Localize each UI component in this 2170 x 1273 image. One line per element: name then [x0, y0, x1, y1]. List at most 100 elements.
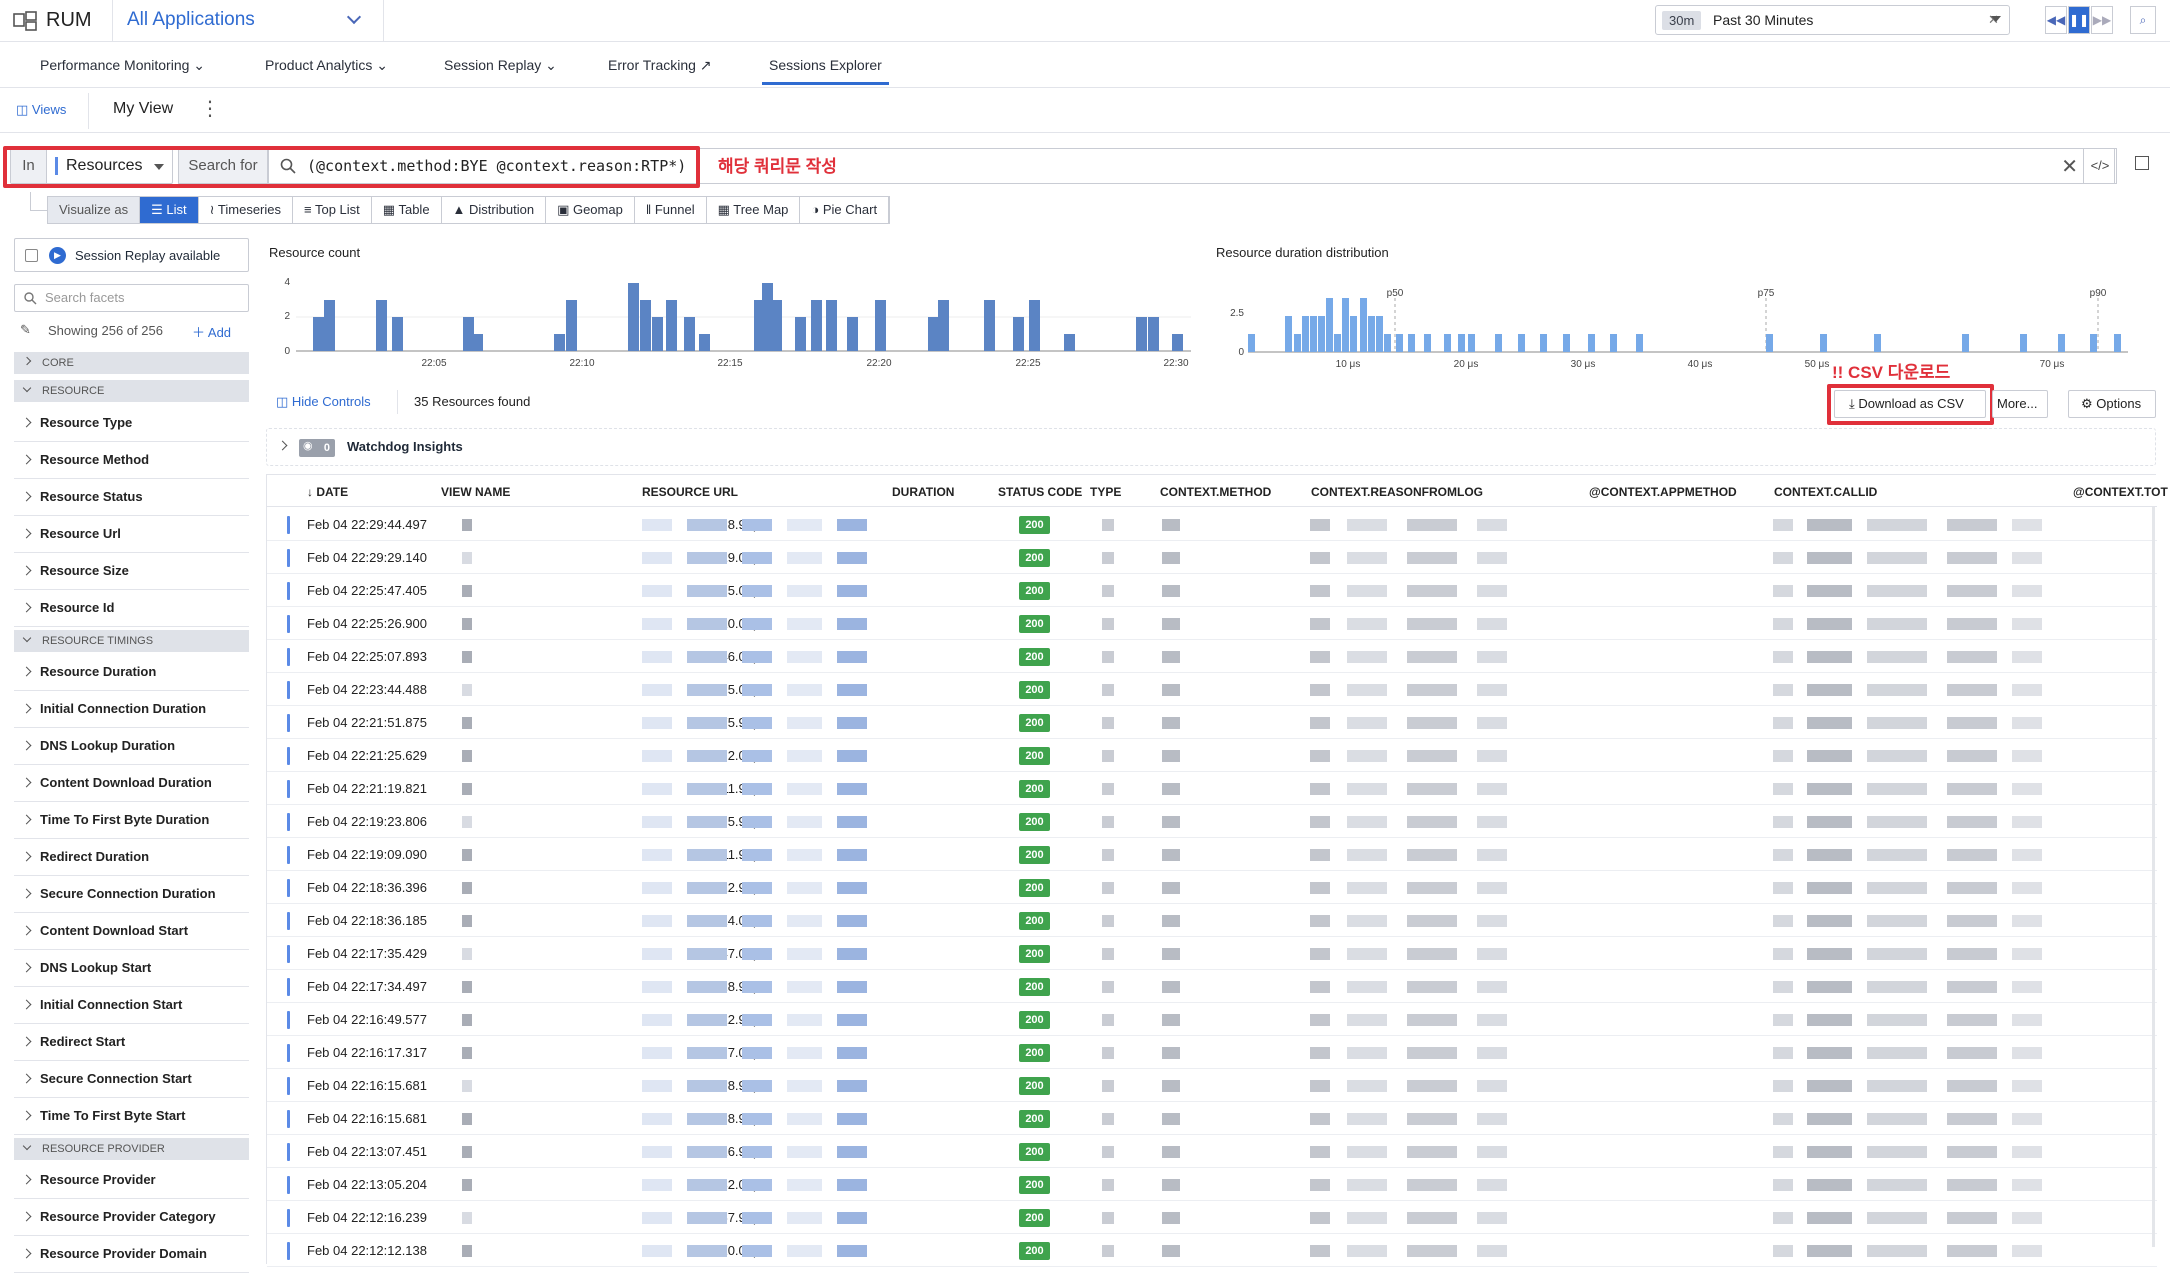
facet-content-download-duration[interactable]: Content Download Duration [14, 765, 249, 802]
percentile-label: p90 [2090, 288, 2107, 299]
facet-time-to-first-byte-start[interactable]: Time To First Byte Start [14, 1098, 249, 1135]
facet-dns-lookup-start[interactable]: DNS Lookup Start [14, 950, 249, 987]
clear-query-icon[interactable]: ✕ [2061, 154, 2078, 179]
table-row[interactable]: Feb 04 22:29:29.14019.07μs200 [267, 541, 2157, 574]
table-row[interactable]: Feb 04 22:18:36.39612.99μs200 [267, 871, 2157, 904]
col-context-method[interactable]: CONTEXT.METHOD [1160, 485, 1271, 499]
search-facets-input[interactable]: Search facets [14, 284, 249, 312]
facet-resource-id[interactable]: Resource Id [14, 590, 249, 627]
viz-list[interactable]: ☰ List [140, 197, 199, 223]
facet-redirect-start[interactable]: Redirect Start [14, 1024, 249, 1061]
watchdog-insights-bar[interactable]: 0 ◉ Watchdog Insights [266, 428, 2156, 466]
col-type[interactable]: TYPE [1090, 485, 1121, 499]
options-button[interactable]: ⚙ Options [2068, 390, 2156, 418]
table-row[interactable]: Feb 04 22:25:26.90010.01μs200 [267, 607, 2157, 640]
facet-redirect-duration[interactable]: Redirect Duration [14, 839, 249, 876]
views-button[interactable]: ◫ Views [16, 102, 66, 118]
viz-table[interactable]: ▦ Table [371, 197, 442, 223]
col-date[interactable]: ↓ DATE [307, 485, 348, 499]
table-row[interactable]: Feb 04 22:25:07.89346.02μs200 [267, 640, 2157, 673]
facet-resource-provider-domain[interactable]: Resource Provider Domain [14, 1236, 249, 1273]
code-view-button[interactable]: </> [2083, 148, 2117, 184]
section-resource-timings[interactable]: RESOURCE TIMINGS [14, 630, 249, 652]
facet-resource-status[interactable]: Resource Status [14, 479, 249, 516]
table-row[interactable]: Feb 04 22:19:09.09011.92μs200 [267, 838, 2157, 871]
col-context-appmethod[interactable]: @CONTEXT.APPMETHOD [1589, 485, 1737, 499]
redacted-value [1867, 1179, 1927, 1191]
table-row[interactable]: Feb 04 22:13:05.20432.07μs200 [267, 1168, 2157, 1201]
copy-icon[interactable] [2135, 156, 2149, 170]
facet-secure-connection-duration[interactable]: Secure Connection Duration [14, 876, 249, 913]
viz-timeseries[interactable]: ≀ Timeseries [198, 197, 294, 223]
table-row[interactable]: Feb 04 22:19:23.8065.96μs200 [267, 805, 2157, 838]
time-range-picker[interactable]: 30m Past 30 Minutes ✕ [1655, 5, 2010, 35]
col-resource-url[interactable]: RESOURCE URL [642, 485, 738, 499]
table-row[interactable]: Feb 04 22:13:07.45126.94μs200 [267, 1135, 2157, 1168]
facet-resource-size[interactable]: Resource Size [14, 553, 249, 590]
section-core[interactable]: CORE [14, 352, 249, 374]
facet-secure-connection-start[interactable]: Secure Connection Start [14, 1061, 249, 1098]
viz-geomap[interactable]: ▣ Geomap [546, 197, 635, 223]
facet-content-download-start[interactable]: Content Download Start [14, 913, 249, 950]
facet-resource-duration[interactable]: Resource Duration [14, 654, 249, 691]
facet-initial-connection-duration[interactable]: Initial Connection Duration [14, 691, 249, 728]
section-resource-provider[interactable]: RESOURCE PROVIDER [14, 1138, 249, 1160]
col-context-reasonfromlog[interactable]: CONTEXT.REASONFROMLOG [1311, 485, 1483, 499]
table-row[interactable]: Feb 04 22:17:35.42947.09μs200 [267, 937, 2157, 970]
zoom-out-button[interactable]: ⌕ [2130, 6, 2156, 34]
col-context-callid[interactable]: CONTEXT.CALLID [1774, 485, 1877, 499]
table-row[interactable]: Feb 04 22:12:16.23967.95μs200 [267, 1201, 2157, 1234]
viz-top-list[interactable]: ≡ Top List [293, 197, 372, 223]
facet-resource-provider[interactable]: Resource Provider [14, 1162, 249, 1199]
viz-pie-chart[interactable]: ◑ Pie Chart [800, 197, 890, 223]
section-resource[interactable]: RESOURCE [14, 380, 249, 402]
col-status-code[interactable]: STATUS CODE [998, 485, 1082, 499]
facet-resource-provider-category[interactable]: Resource Provider Category [14, 1199, 249, 1236]
current-view-name[interactable]: My View [113, 100, 173, 118]
table-row[interactable]: Feb 04 22:21:51.87575.94μs200 [267, 706, 2157, 739]
facet-resource-url[interactable]: Resource Url [14, 516, 249, 553]
table-row[interactable]: Feb 04 22:16:15.6818.94μs200 [267, 1069, 2157, 1102]
facet-resource-type[interactable]: Resource Type [14, 405, 249, 442]
add-facet-button[interactable]: ＋ Add [192, 322, 231, 341]
nav-performance-monitoring[interactable]: Performance Monitoring ⌄ [40, 57, 205, 74]
edit-icon[interactable]: ✎ [20, 322, 31, 338]
row-date: Feb 04 22:21:19.821 [307, 781, 427, 796]
table-row[interactable]: Feb 04 22:21:19.82111.92μs200 [267, 772, 2157, 805]
view-options-icon[interactable]: ⋮ [200, 96, 220, 121]
distribution-bar [1326, 298, 1333, 352]
table-row[interactable]: Feb 04 22:12:12.13810.01μs200 [267, 1234, 2157, 1267]
application-selector[interactable]: All Applications [112, 0, 384, 42]
col-view-name[interactable]: VIEW NAME [441, 485, 510, 499]
table-row[interactable]: Feb 04 22:25:47.4055.01μs200 [267, 574, 2157, 607]
table-scrollbar[interactable] [2152, 507, 2155, 1247]
facet-initial-connection-start[interactable]: Initial Connection Start [14, 987, 249, 1024]
checkbox[interactable] [25, 249, 38, 262]
table-row[interactable]: Feb 04 22:16:15.6818.94μs200 [267, 1102, 2157, 1135]
table-row[interactable]: Feb 04 22:29:44.4978.94μs200 [267, 508, 2157, 541]
rewind-button[interactable]: ◀◀ [2045, 6, 2067, 34]
forward-button[interactable]: ▶▶ [2091, 6, 2113, 34]
facet-resource-method[interactable]: Resource Method [14, 442, 249, 479]
table-row[interactable]: Feb 04 22:17:34.49728.97μs200 [267, 970, 2157, 1003]
nav-product-analytics[interactable]: Product Analytics ⌄ [265, 57, 388, 74]
session-replay-filter[interactable]: ▶ Session Replay available [14, 238, 249, 272]
nav-sessions-explorer[interactable]: Sessions Explorer [762, 57, 889, 85]
table-row[interactable]: Feb 04 22:23:44.4885.01μs200 [267, 673, 2157, 706]
nav-session-replay[interactable]: Session Replay ⌄ [444, 57, 557, 74]
table-row[interactable]: Feb 04 22:16:49.57712.99μs200 [267, 1003, 2157, 1036]
col-context-tot[interactable]: @CONTEXT.TOT [2073, 485, 2168, 499]
table-row[interactable]: Feb 04 22:16:17.3177.03μs200 [267, 1036, 2157, 1069]
table-row[interactable]: Feb 04 22:21:25.6292.03μs200 [267, 739, 2157, 772]
hide-controls-button[interactable]: ◫ Hide Controls [276, 394, 371, 410]
col-duration[interactable]: DURATION [892, 485, 954, 499]
facet-time-to-first-byte-duration[interactable]: Time To First Byte Duration [14, 802, 249, 839]
viz-distribution[interactable]: ▲ Distribution [441, 197, 547, 223]
table-row[interactable]: Feb 04 22:18:36.18514.07μs200 [267, 904, 2157, 937]
pause-button[interactable]: ❚❚ [2068, 6, 2090, 34]
facet-dns-lookup-duration[interactable]: DNS Lookup Duration [14, 728, 249, 765]
viz-tree-map[interactable]: ▦ Tree Map [706, 197, 801, 223]
more-button[interactable]: More... [1992, 390, 2048, 418]
viz-funnel[interactable]: ‖ Funnel [634, 197, 707, 223]
nav-error-tracking[interactable]: Error Tracking ↗ [608, 57, 712, 74]
